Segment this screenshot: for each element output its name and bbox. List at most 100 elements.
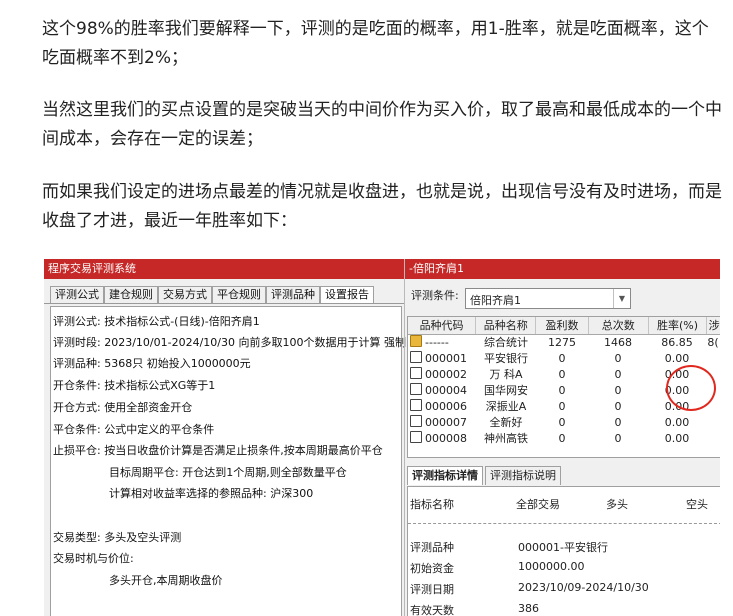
- row-wins: 0: [558, 416, 566, 429]
- folder-icon: [410, 335, 422, 347]
- folder-icon: [410, 399, 422, 411]
- evaluation-result-window: -倍阳齐肩1 评测条件: 倍阳齐肩1 ▼ 品种代码 品种名称 盈利数 总次数 胜…: [404, 259, 720, 616]
- divider: [408, 523, 720, 524]
- row-total: 0: [614, 368, 622, 381]
- row-wins: 0: [558, 352, 566, 365]
- folder-icon: [410, 351, 422, 363]
- report-line: 开仓方式: 使用全部资金开仓: [53, 401, 193, 414]
- table-row[interactable]: 000008 神州高铁 0 0 0.00: [408, 431, 720, 447]
- row-code: 000008: [425, 432, 467, 445]
- row-extra: [706, 351, 720, 367]
- row-name: 国华网安: [484, 384, 528, 397]
- row-extra: [706, 415, 720, 431]
- row-win-rate: 0.00: [664, 352, 690, 365]
- report-line: 多头开仓,本周期收盘价: [109, 574, 223, 587]
- report-line: 评测公式: 技术指标公式-(日线)-倍阳齐肩1: [53, 315, 260, 328]
- detail-label: 初始资金: [410, 562, 454, 575]
- tab-close-rules[interactable]: 平仓规则: [212, 286, 266, 303]
- row-win-rate: 0.00: [664, 432, 690, 445]
- chevron-down-icon[interactable]: ▼: [613, 289, 630, 308]
- row-total: 0: [614, 416, 622, 429]
- folder-icon: [410, 367, 422, 379]
- left-tab-bar: 评测公式 建仓规则 交易方式 平仓规则 评测品种 设置报告: [44, 279, 404, 304]
- row-code: ------: [425, 336, 449, 349]
- row-total: 1468: [604, 336, 632, 349]
- report-line: 交易时机与价位:: [53, 552, 134, 565]
- left-window-title: 程序交易评测系统: [44, 259, 404, 279]
- folder-icon: [410, 431, 422, 443]
- row-extra: [706, 431, 720, 447]
- report-line: 平仓条件: 公式中定义的平仓条件: [53, 423, 215, 436]
- col-name[interactable]: 品种名称: [476, 317, 537, 334]
- row-name: 综合统计: [484, 336, 528, 349]
- metric-details-panel: 指标名称 全部交易 多头 空头 评测品种 000001-平安银行 初始资金 10…: [407, 486, 720, 616]
- row-total: 0: [614, 432, 622, 445]
- row-code: 000002: [425, 368, 467, 381]
- tab-metric-details[interactable]: 评测指标详情: [407, 466, 483, 485]
- report-line: 开仓条件: 技术指标公式XG等于1: [53, 379, 216, 392]
- detail-header-short: 空头: [686, 498, 708, 511]
- row-code: 000006: [425, 400, 467, 413]
- article-paragraph-3: 而如果我们设定的进场点最差的情况就是收盘进，也就是说，出现信号没有及时进场，而是…: [42, 182, 722, 231]
- row-name: 万 科A: [489, 368, 523, 381]
- tab-report[interactable]: 设置报告: [320, 286, 374, 303]
- row-name: 深振业A: [485, 400, 527, 413]
- folder-icon: [410, 415, 422, 427]
- folder-icon: [410, 383, 422, 395]
- tab-instruments[interactable]: 评测品种: [266, 286, 320, 303]
- row-name: 神州高铁: [484, 432, 528, 445]
- table-header: 品种代码 品种名称 盈利数 总次数 胜率(%) 涉: [408, 317, 720, 335]
- tab-position-rules[interactable]: 建仓规则: [104, 286, 158, 303]
- table-row[interactable]: 000007 全新好 0 0 0.00: [408, 415, 720, 431]
- tab-formula[interactable]: 评测公式: [50, 286, 104, 303]
- row-extra: 8(: [707, 336, 719, 349]
- table-row[interactable]: 000001 平安银行 0 0 0.00: [408, 351, 720, 367]
- row-wins: 0: [558, 368, 566, 381]
- detail-header-name: 指标名称: [410, 498, 454, 511]
- row-wins: 0: [558, 384, 566, 397]
- detail-value: 386: [518, 602, 539, 615]
- article-paragraph-1: 这个98%的胜率我们要解释一下，评测的是吃面的概率，用1-胜率，就是吃面概率，这…: [42, 19, 709, 68]
- detail-value: 000001-平安银行: [518, 541, 608, 554]
- col-code[interactable]: 品种代码: [408, 317, 477, 334]
- detail-header-all: 全部交易: [516, 498, 560, 511]
- right-window-title: -倍阳齐肩1: [405, 259, 720, 279]
- row-name: 平安银行: [484, 352, 528, 365]
- report-line: 评测品种: 5368只 初始投入1000000元: [53, 357, 251, 370]
- col-wins[interactable]: 盈利数: [536, 317, 589, 334]
- row-win-rate: 0.00: [664, 416, 690, 429]
- report-line: 计算相对收益率选择的参照品种: 沪深300: [109, 487, 314, 500]
- detail-label: 评测日期: [410, 583, 454, 596]
- report-line: 交易类型: 多头及空头评测: [53, 531, 182, 544]
- win-rate-highlight-circle: [666, 365, 716, 411]
- row-total: 0: [614, 352, 622, 365]
- row-wins: 1275: [548, 336, 576, 349]
- condition-select[interactable]: 倍阳齐肩1 ▼: [465, 288, 631, 309]
- tab-metric-explanation[interactable]: 评测指标说明: [485, 466, 561, 485]
- evaluation-system-window: 程序交易评测系统 评测公式 建仓规则 交易方式 平仓规则 评测品种 设置报告 评…: [44, 259, 406, 616]
- row-total: 0: [614, 384, 622, 397]
- col-win-rate[interactable]: 胜率(%): [649, 317, 708, 334]
- row-name: 全新好: [489, 416, 523, 429]
- tab-trade-method[interactable]: 交易方式: [158, 286, 212, 303]
- report-line: 评测时段: 2023/10/01-2024/10/30 向前多取100个数据用于…: [53, 336, 406, 349]
- embedded-screenshot: 程序交易评测系统 评测公式 建仓规则 交易方式 平仓规则 评测品种 设置报告 评…: [44, 259, 720, 616]
- table-row[interactable]: ------ 综合统计 1275 1468 86.85 8(: [408, 335, 720, 351]
- col-extra[interactable]: 涉: [707, 317, 720, 334]
- row-wins: 0: [558, 400, 566, 413]
- detail-value: 1000000.00: [518, 560, 585, 573]
- report-line: 目标周期平仓: 开仓达到1个周期,则全部数量平仓: [109, 466, 347, 479]
- article-paragraph-2: 当然这里我们的买点设置的是突破当天的中间价作为买入价，取了最高和最低成本的一个中…: [42, 100, 722, 149]
- report-text-area[interactable]: 评测公式: 技术指标公式-(日线)-倍阳齐肩1 评测时段: 2023/10/01…: [50, 306, 406, 616]
- col-total[interactable]: 总次数: [589, 317, 649, 334]
- detail-value: 2023/10/09-2024/10/30: [518, 581, 649, 594]
- detail-label: 有效天数: [410, 604, 454, 616]
- row-wins: 0: [558, 432, 566, 445]
- condition-label: 评测条件:: [411, 289, 459, 302]
- row-win-rate: 86.85: [661, 336, 693, 349]
- row-code: 000007: [425, 416, 467, 429]
- results-table: 品种代码 品种名称 盈利数 总次数 胜率(%) 涉 ------ 综合统计 12…: [407, 316, 720, 458]
- detail-label: 评测品种: [410, 541, 454, 554]
- bottom-tab-bar: 评测指标详情 评测指标说明: [407, 466, 563, 485]
- detail-header-long: 多头: [606, 498, 628, 511]
